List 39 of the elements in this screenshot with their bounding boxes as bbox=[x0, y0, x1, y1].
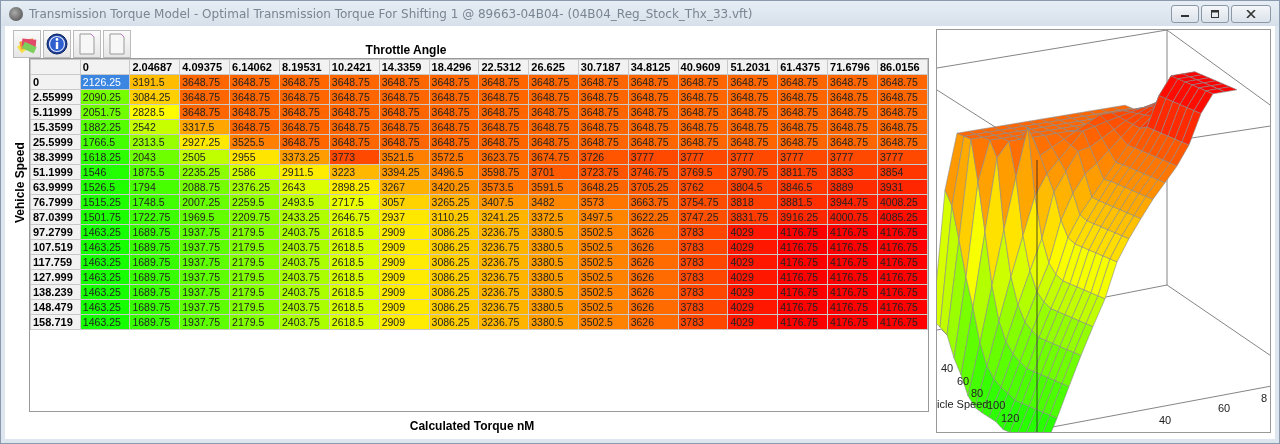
column-header: 26.625 bbox=[528, 59, 579, 75]
column-header: 34.8125 bbox=[628, 59, 678, 75]
maximize-icon bbox=[1210, 9, 1220, 18]
column-header: 10.2421 bbox=[329, 59, 380, 75]
column-header: 22.5312 bbox=[478, 59, 529, 75]
value-title: Calculated Torque nM bbox=[408, 418, 536, 433]
tick-label: 100 bbox=[987, 399, 1006, 411]
tick-label: 120 bbox=[1001, 412, 1020, 424]
column-header: 18.4296 bbox=[429, 59, 479, 75]
column-header: 86.0156 bbox=[877, 59, 928, 75]
tick-label: 40 bbox=[941, 362, 954, 374]
minimize-button[interactable] bbox=[1171, 4, 1199, 23]
close-icon bbox=[1246, 9, 1256, 18]
info-icon bbox=[46, 33, 68, 55]
column-header: 0 bbox=[80, 59, 130, 75]
close-button[interactable] bbox=[1231, 4, 1271, 23]
tick-label: 80 bbox=[971, 387, 984, 399]
column-header: 6.14062 bbox=[229, 59, 280, 75]
tick-label: 8 bbox=[1261, 392, 1268, 404]
axis-title: Throttle Angle bbox=[364, 43, 448, 58]
page-icon bbox=[108, 33, 126, 55]
column-header: 30.7187 bbox=[578, 59, 629, 75]
column-header: 71.6796 bbox=[827, 59, 878, 75]
page-icon bbox=[78, 33, 96, 55]
window-title: Transmission Torque Model - Optimal Transmission Torque For Shifting 1 @ 89663-04B04- (04B04_Reg_Stock_Thx_33.vft) bbox=[29, 6, 754, 21]
column-header: 61.4375 bbox=[777, 59, 828, 75]
column-header: 8.19531 bbox=[279, 59, 330, 75]
color-palette-button[interactable] bbox=[13, 30, 41, 58]
info-button[interactable] bbox=[43, 30, 71, 58]
column-header: 14.3359 bbox=[379, 59, 430, 75]
column-header: 40.9609 bbox=[678, 59, 728, 75]
axis-title: Vehicle Speed bbox=[13, 141, 28, 226]
app-icon bbox=[9, 6, 23, 21]
tick-label: 60 bbox=[1218, 402, 1231, 414]
column-header: 2.04687 bbox=[129, 59, 180, 75]
column-header: 4.09375 bbox=[179, 59, 230, 75]
maximize-button[interactable] bbox=[1201, 4, 1229, 23]
tick-label: 40 bbox=[1159, 414, 1172, 426]
column-header: 51.2031 bbox=[727, 59, 778, 75]
